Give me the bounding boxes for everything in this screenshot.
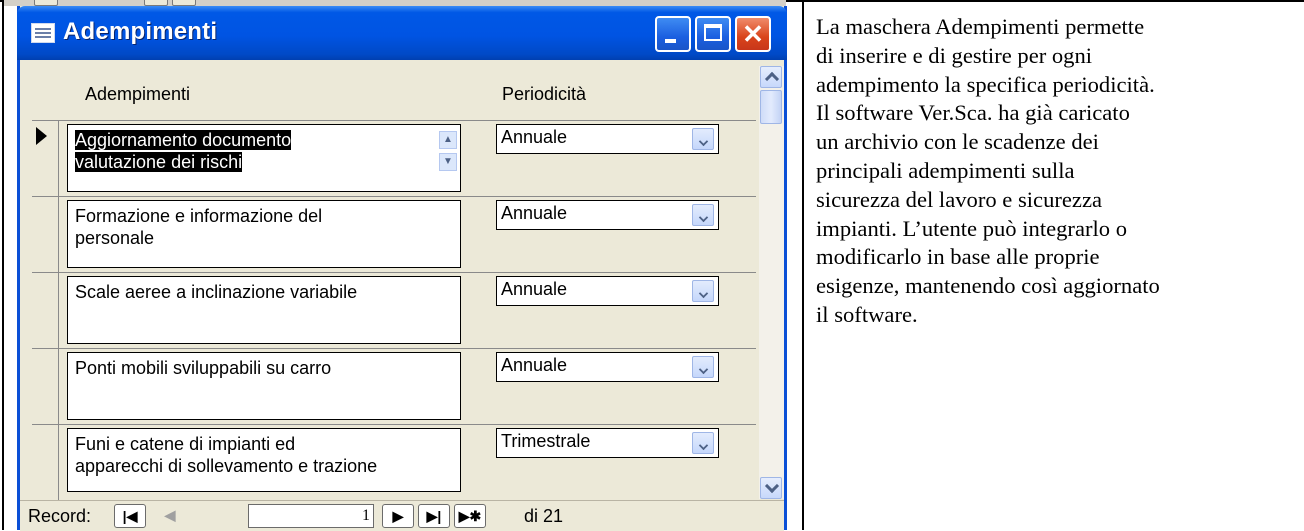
periodicita-combo[interactable]: Annuale [496,352,719,382]
next-record-icon[interactable]: ▶ [382,504,414,528]
scroll-up-icon[interactable]: ▲ [439,131,457,149]
adempimento-text-line: valutazione dei rischi [75,152,243,172]
previous-record-icon[interactable]: ◀ [154,504,186,528]
adempimento-text-line: Formazione e informazione del [75,206,323,226]
description-line: sicurezza del lavoro e sicurezza [816,186,1103,212]
close-button[interactable]: ✕ [735,16,771,52]
adempimento-text-line: apparecchi di sollevamento e trazione [75,456,378,476]
scrollbar-thumb[interactable] [760,90,782,124]
row-separator [32,424,756,425]
description-line: principali adempimenti sulla [816,157,1075,183]
window-title: Adempimenti [63,18,218,45]
adempimento-text-line: Scale aeree a inclinazione variabile [75,282,358,302]
chevron-down-icon[interactable] [692,128,714,150]
periodicita-value: Annuale [501,127,568,147]
new-record-icon[interactable]: ▶✱ [454,504,486,528]
row-separator [32,196,756,197]
scroll-up-icon[interactable] [760,66,782,88]
form-icon [31,23,55,43]
record-label: Record: [28,506,92,526]
row-separator [32,272,756,273]
chevron-down-icon[interactable] [692,356,714,378]
row-separator [32,348,756,349]
column-header-periodicita: Periodicità [502,84,587,104]
periodicita-value: Annuale [501,203,568,223]
adempimento-text-line: Ponti mobili sviluppabili su carro [75,358,332,378]
periodicita-combo[interactable]: Trimestrale [496,428,719,458]
description-line: La maschera Adempimenti permette [816,14,1145,39]
minimize-button[interactable] [655,16,691,52]
minimize-icon [665,39,676,43]
adempimento-text-line: Funi e catene di impianti ed [75,434,296,454]
adempimento-field[interactable]: Scale aeree a inclinazione variabile [67,276,461,344]
periodicita-combo[interactable]: Annuale [496,200,719,230]
adempimento-field[interactable]: Ponti mobili sviluppabili su carro [67,352,461,420]
adempimento-text-line: personale [75,228,155,248]
periodicita-combo[interactable]: Annuale [496,276,719,306]
description-line: di inserire e di gestire per ogni [816,42,1093,68]
maximize-button[interactable] [695,16,731,52]
chevron-down-icon[interactable] [692,432,714,454]
title-bar[interactable]: Adempimenti ✕ [17,6,787,60]
close-icon: ✕ [742,19,764,49]
record-navigation-bar: Record: |◀ ◀ 1 ▶ ▶| ▶✱ di 21 [20,500,784,531]
adempimento-field[interactable]: Aggiornamento documento valutazione dei … [67,124,461,192]
row-separator [32,120,756,121]
scroll-down-icon[interactable] [760,477,782,499]
form-body: Adempimenti Periodicità Aggiornamento do… [20,60,784,531]
description-text: La maschera Adempimenti permette di inse… [816,13,1304,330]
adempimento-text-line: Aggiornamento documento [75,130,292,150]
chevron-down-icon[interactable] [692,280,714,302]
description-line: un archivio con le scadenze dei [816,129,1099,155]
description-line: modificarlo in base alle proprie [816,244,1100,270]
periodicita-combo[interactable]: Annuale [496,124,719,154]
adempimento-field[interactable]: Funi e catene di impianti ed apparecchi … [67,428,461,492]
scroll-down-icon[interactable]: ▼ [439,153,457,171]
maximize-icon [704,24,722,41]
current-record-icon [36,127,47,145]
adempimenti-window: Adempimenti ✕ Adempimenti Periodicità Ag… [17,6,787,531]
record-number-input[interactable]: 1 [248,504,374,528]
first-record-icon[interactable]: |◀ [114,504,146,528]
description-line: Il software Ver.Sca. ha già caricato [816,100,1130,126]
description-line: adempimento la specifica periodicità. [816,71,1155,97]
description-line: il software. [816,301,918,327]
form-scrollbar[interactable] [759,66,784,499]
periodicita-value: Trimestrale [501,431,591,451]
chevron-down-icon[interactable] [692,204,714,226]
table-column-divider [802,0,804,530]
field-scrollbar[interactable]: ▲ ▼ [439,131,457,183]
adempimento-field[interactable]: Formazione e informazione del personale [67,200,461,268]
table-left-border [2,0,4,530]
description-line: esigenze, mantenendo così aggiornato [816,273,1160,299]
description-line: impianti. L’utente può integrarlo o [816,215,1128,241]
last-record-icon[interactable]: ▶| [418,504,450,528]
periodicita-value: Annuale [501,279,568,299]
record-selector-column [32,120,59,500]
periodicita-value: Annuale [501,355,568,375]
record-count: di 21 [524,506,564,526]
column-header-adempimenti: Adempimenti [85,84,191,104]
